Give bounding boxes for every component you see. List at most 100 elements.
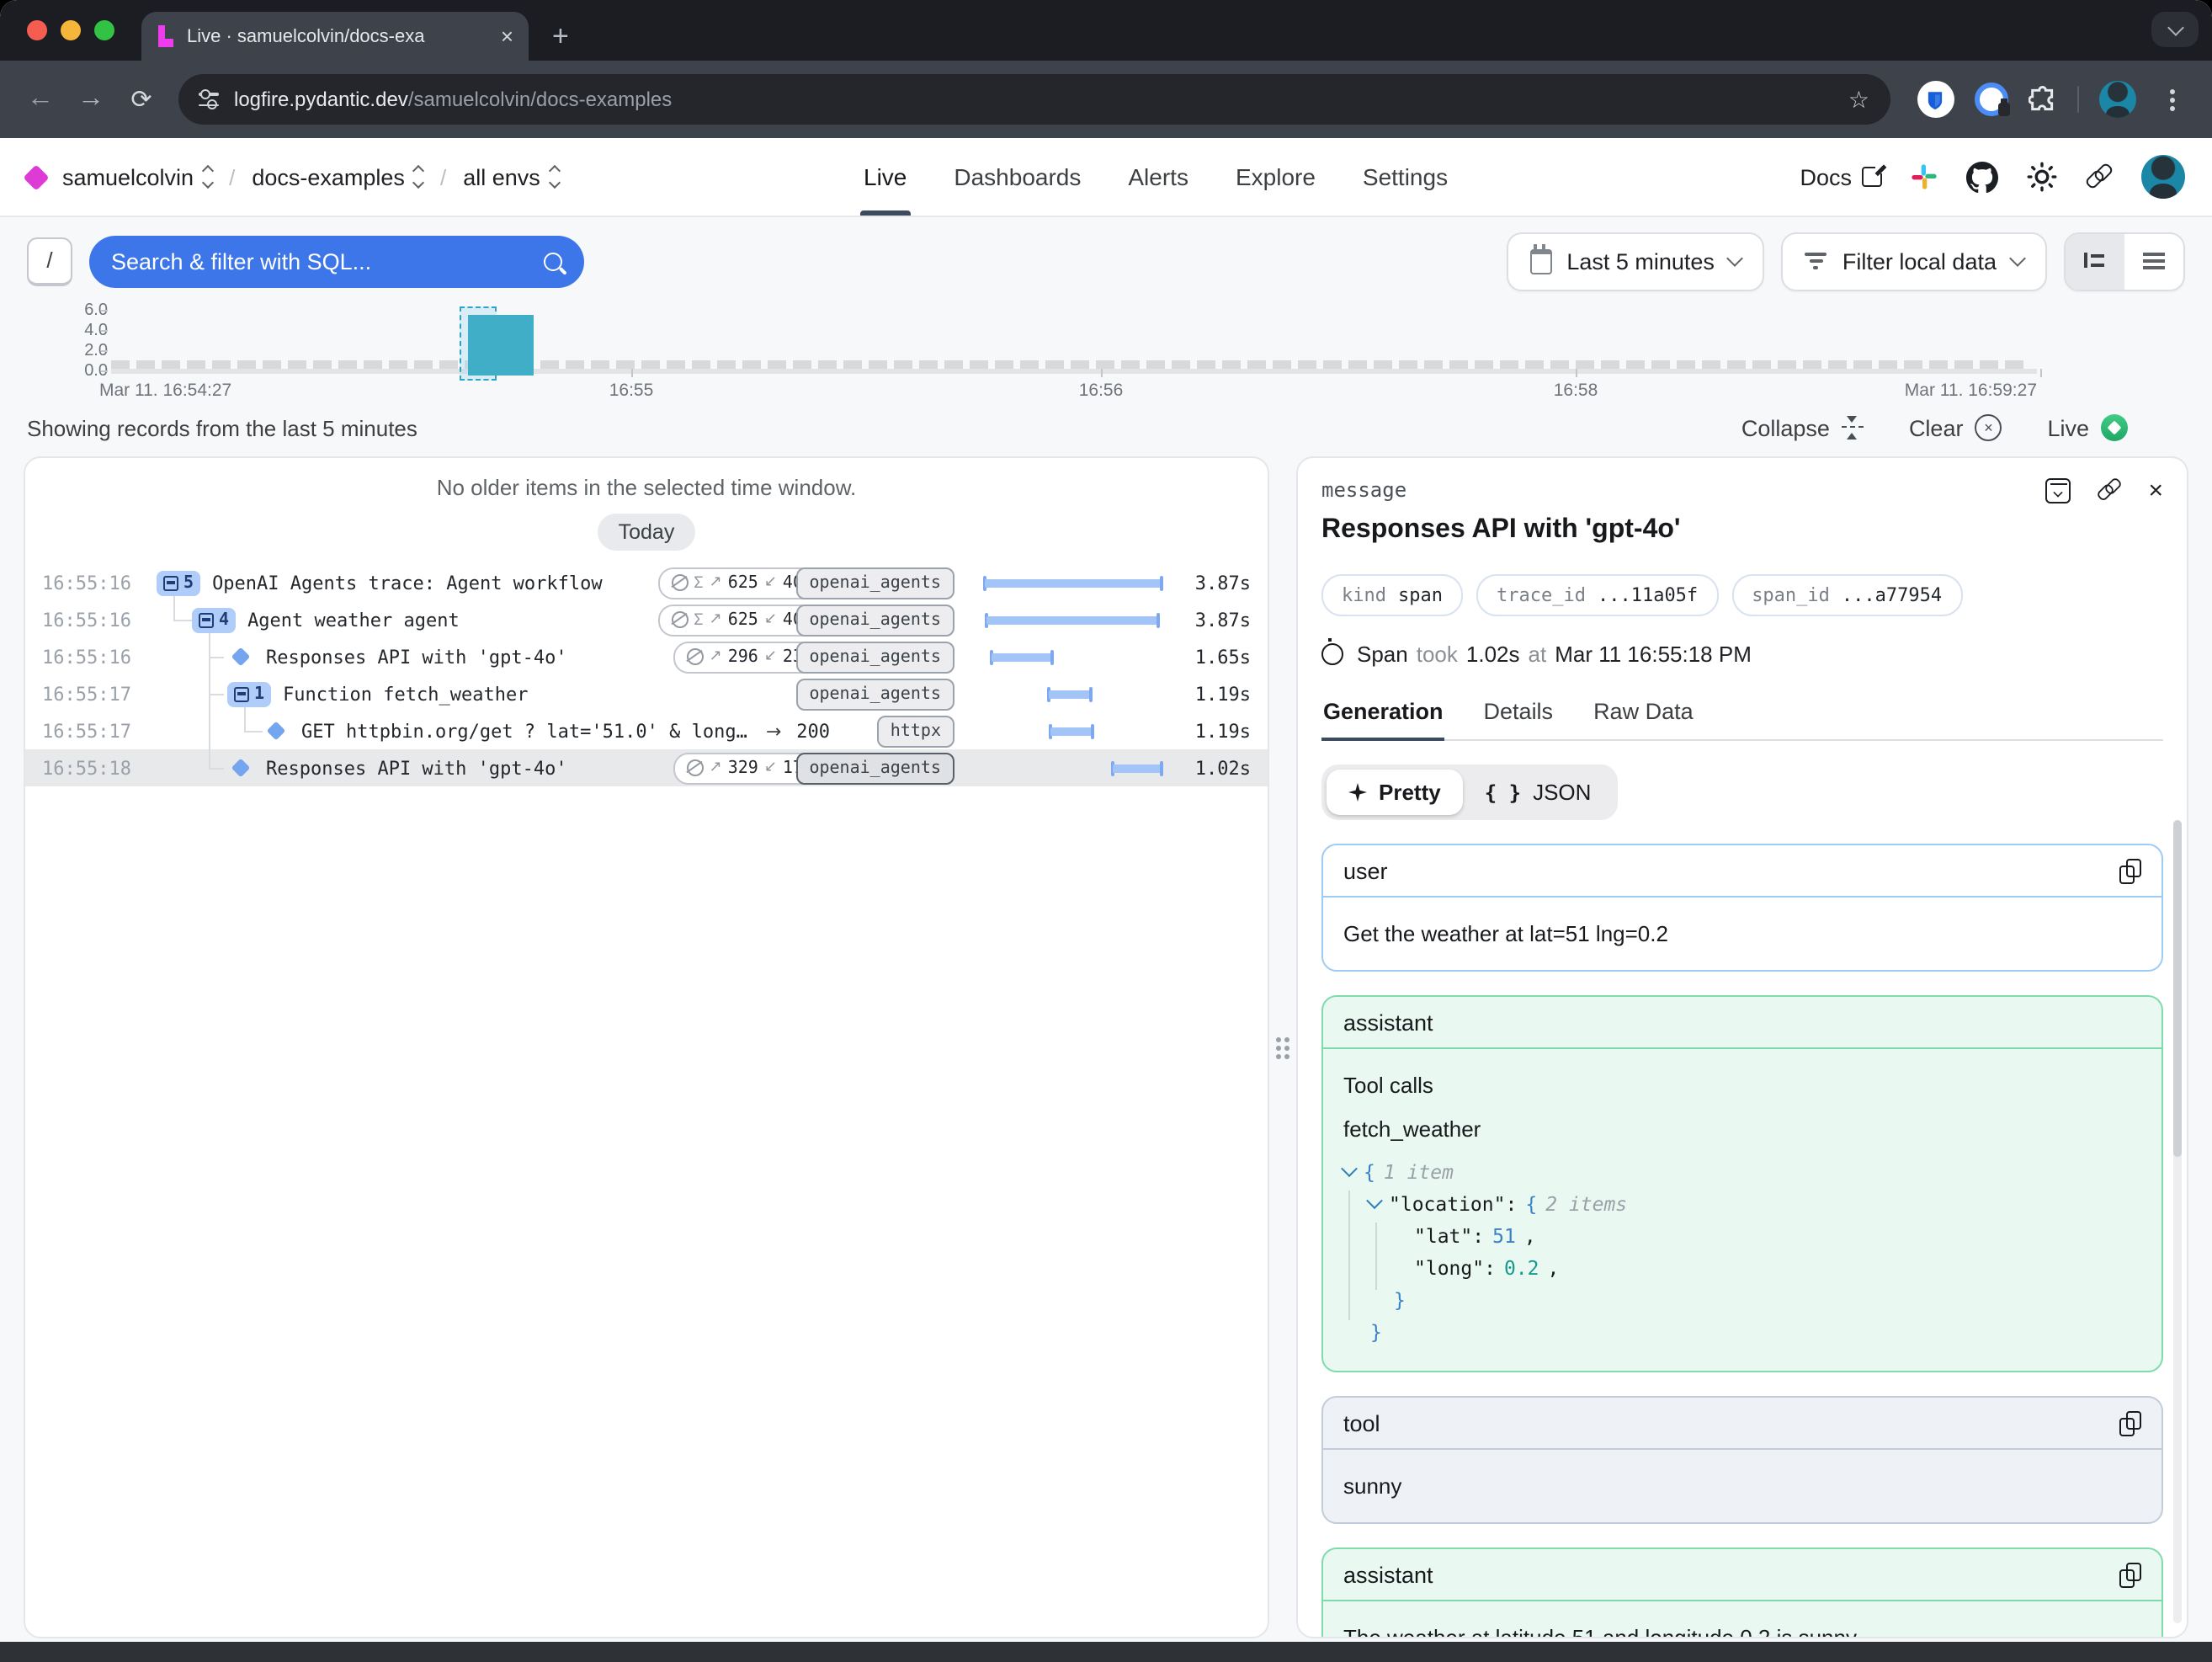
table-row[interactable]: 16:55:17 GET httpbin.org/get ? lat='51.0… (25, 712, 1268, 749)
tab-explore[interactable]: Explore (1236, 138, 1316, 216)
collapse-button[interactable]: Collapse (1741, 415, 1864, 440)
breadcrumb-project[interactable]: docs-examples (252, 164, 423, 189)
tab-settings[interactable]: Settings (1363, 138, 1448, 216)
tab-dashboards[interactable]: Dashboards (954, 138, 1081, 216)
json-collapse-icon[interactable] (1366, 1192, 1383, 1209)
collapse-group-badge[interactable]: 1 (227, 681, 271, 706)
back-icon[interactable]: ← (17, 84, 64, 115)
search-input[interactable]: Search & filter with SQL... (89, 235, 584, 287)
reload-icon[interactable]: ⟳ (118, 84, 165, 115)
calendar-icon (1529, 248, 1551, 274)
tool-name: fetch_weather (1343, 1116, 2141, 1142)
window-zoom-button[interactable] (94, 20, 114, 40)
scope-tag[interactable]: openai_agents (795, 641, 954, 673)
archive-check-icon[interactable] (2045, 477, 2071, 503)
scope-tag[interactable]: openai_agents (795, 604, 954, 636)
browser-menu-icon[interactable] (2170, 97, 2175, 102)
address-bar[interactable]: logfire.pydantic.dev/samuelcolvin/docs-e… (178, 74, 1890, 125)
records-histogram[interactable]: 6.0 4.0 2.0 0.0 Mar 11. 16:54:27 16:55 1… (27, 305, 2185, 406)
span-name: Function fetch_weather (283, 683, 528, 705)
tree-view-button[interactable] (2066, 233, 2124, 289)
list-view-button[interactable] (2124, 233, 2183, 289)
span-id-tag[interactable]: span_id...a77954 (1731, 574, 1962, 616)
slack-icon[interactable] (1911, 163, 1938, 190)
new-tab-button[interactable]: + (529, 22, 569, 61)
site-settings-icon[interactable] (199, 91, 219, 108)
tool-calls-heading: Tool calls (1343, 1073, 2141, 1098)
tag-value: ...11a05f (1598, 584, 1698, 606)
copy-icon[interactable] (2119, 1410, 2141, 1436)
time-range-value: Last 5 minutes (1566, 248, 1715, 274)
local-filter-dropdown[interactable]: Filter local data (1782, 232, 2047, 290)
filter-row: / Search & filter with SQL... Last 5 min… (0, 217, 2212, 305)
pretty-toggle-button[interactable]: Pretty (1327, 770, 1463, 815)
tab-search-button[interactable] (2151, 12, 2199, 47)
user-avatar[interactable] (2141, 155, 2185, 199)
extensions-area (1910, 81, 2195, 118)
table-row[interactable]: 16:55:16 4 Agent weather agent Σ↗625↙40 … (25, 601, 1268, 638)
chevron-down-icon (2167, 19, 2183, 35)
tab-alerts[interactable]: Alerts (1128, 138, 1188, 216)
scope-tag[interactable]: openai_agents (795, 678, 954, 710)
x-tick-label: 16:58 (1554, 381, 1598, 401)
docs-link[interactable]: Docs (1800, 164, 1882, 189)
json-key: "location": (1389, 1191, 1517, 1215)
browser-tab[interactable]: Live · samuelcolvin/docs-exa × (141, 12, 529, 61)
chevron-down-icon (1727, 250, 1744, 267)
panel-resize-handle[interactable] (1269, 456, 1296, 1638)
trace-id-tag[interactable]: trace_id...11a05f (1476, 574, 1718, 616)
github-icon[interactable] (1966, 161, 1998, 193)
browser-tab-strip: Live · samuelcolvin/docs-exa × + (0, 0, 2212, 61)
password-extension-icon[interactable] (1974, 83, 2007, 116)
bookmark-star-icon[interactable]: ☆ (1848, 85, 1869, 114)
tab-live[interactable]: Live (864, 138, 907, 216)
scope-tag[interactable]: openai_agents (795, 752, 954, 784)
forward-icon[interactable]: → (67, 84, 114, 115)
browser-profile-avatar[interactable] (2099, 81, 2136, 118)
tab-close-icon[interactable]: × (501, 25, 513, 47)
live-toggle[interactable]: Live (2047, 414, 2128, 441)
scope-tag[interactable]: httpx (877, 715, 954, 747)
json-toggle-button[interactable]: { }JSON (1463, 770, 1614, 815)
histogram-bar[interactable] (497, 355, 512, 369)
bitwarden-extension-icon[interactable] (1917, 81, 1954, 118)
drag-dots-icon (1276, 1036, 1289, 1058)
close-icon[interactable]: × (2148, 477, 2163, 503)
browser-window: Live · samuelcolvin/docs-exa × + ← → ⟳ l… (0, 0, 2212, 1662)
today-chip[interactable]: Today (598, 514, 695, 551)
theme-sun-icon[interactable] (2027, 162, 2057, 192)
timing-span-word: Span (1357, 642, 1408, 667)
tab-raw-data[interactable]: Raw Data (1592, 690, 1695, 739)
share-link-icon[interactable] (2086, 163, 2113, 190)
collapse-group-badge[interactable]: 5 (157, 570, 200, 595)
scope-tag[interactable]: openai_agents (795, 567, 954, 599)
breadcrumb-org[interactable]: samuelcolvin (62, 164, 212, 189)
window-close-button[interactable] (27, 20, 47, 40)
table-row[interactable]: 16:55:16 5 OpenAI Agents trace: Agent wo… (25, 564, 1268, 601)
json-collapse-icon[interactable] (1341, 1160, 1358, 1177)
duration-value: 3.87s (1177, 572, 1251, 594)
breadcrumb-env[interactable]: all envs (463, 164, 559, 189)
collapse-group-badge[interactable]: 4 (192, 607, 236, 632)
span-diamond-icon (231, 759, 251, 778)
scrollbar[interactable] (2173, 820, 2182, 1623)
extensions-puzzle-icon[interactable] (2028, 85, 2056, 114)
tab-details[interactable]: Details (1482, 690, 1555, 739)
kind-tag[interactable]: kindspan (1321, 574, 1463, 616)
copy-link-icon[interactable] (2098, 478, 2122, 503)
logfire-logo-icon[interactable] (23, 163, 49, 189)
tree-connector (209, 633, 210, 768)
braces-icon: { } (1485, 780, 1521, 804)
clear-button[interactable]: Clear× (1909, 414, 2002, 441)
duration-bar-track (975, 758, 1163, 778)
copy-icon[interactable] (2119, 858, 2141, 883)
window-minimize-button[interactable] (61, 20, 81, 40)
tab-generation[interactable]: Generation (1321, 690, 1445, 741)
copy-icon[interactable] (2119, 1562, 2141, 1587)
time-range-dropdown[interactable]: Last 5 minutes (1506, 232, 1765, 290)
slash-shortcut-key: / (27, 237, 72, 285)
x-tick-label: 16:56 (1079, 381, 1124, 401)
duration-bar (983, 576, 1163, 591)
message-card-tool: tool sunny (1321, 1396, 2163, 1524)
y-tick-mark (101, 310, 108, 312)
